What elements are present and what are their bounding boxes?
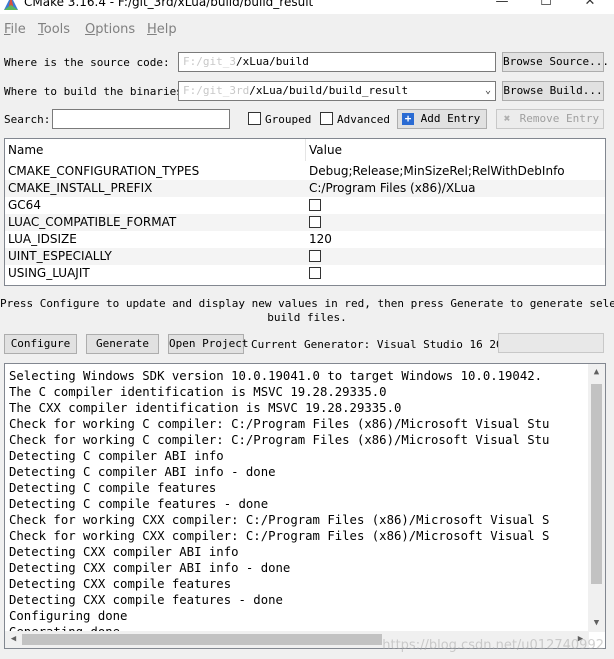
cell-name: UINT_ESPECIALLY	[8, 249, 112, 263]
table-row[interactable]: USING_LUAJIT	[5, 265, 605, 282]
column-header-name[interactable]: Name	[8, 139, 43, 161]
cell-value[interactable]: Debug;Release;MinSizeRel;RelWithDebInfo	[309, 163, 565, 180]
cell-name: GC64	[8, 198, 41, 212]
scroll-left-icon[interactable]: ◀	[5, 631, 22, 648]
source-value-blurred: F:/git_3	[183, 55, 236, 68]
hint-line-1: Press Configure to update and display ne…	[0, 297, 614, 310]
output-line: Check for working C compiler: C:/Program…	[9, 433, 550, 447]
remove-entry-button[interactable]: ✖ Remove Entry	[496, 109, 604, 129]
menu-bar: File Tools Options Help	[0, 20, 614, 40]
table-row[interactable]: UINT_ESPECIALLY	[5, 248, 605, 265]
search-label: Search:	[4, 113, 51, 126]
close-button[interactable]: ✕	[568, 0, 612, 14]
current-generator: Current Generator: Visual Studio 16 2019	[251, 338, 516, 351]
configure-button[interactable]: Configure	[4, 334, 77, 354]
chevron-down-icon[interactable]: ⌄	[485, 82, 491, 100]
menu-help-accel: H	[147, 22, 157, 37]
binaries-label: Where to build the binaries:	[4, 85, 190, 98]
menu-file[interactable]: File	[4, 22, 26, 37]
cell-name: LUAC_COMPATIBLE_FORMAT	[8, 215, 177, 229]
remove-icon: ✖	[503, 112, 511, 125]
binaries-value: /xLua/build/build_result	[249, 84, 409, 97]
output-line: Detecting C compile features	[9, 481, 217, 495]
table-header: Name Value	[5, 139, 605, 161]
cell-value[interactable]: 120	[309, 231, 332, 248]
table-row[interactable]: LUAC_COMPATIBLE_FORMAT	[5, 214, 605, 231]
cell-name: CMAKE_INSTALL_PREFIX	[8, 181, 153, 195]
advanced-label: Advanced	[337, 113, 390, 126]
vertical-scroll-thumb[interactable]	[591, 384, 602, 584]
vertical-scrollbar[interactable]: ▲ ▼	[588, 364, 605, 632]
output-line: Selecting Windows SDK version 10.0.19041…	[9, 369, 543, 383]
cell-checkbox[interactable]	[309, 250, 321, 262]
output-line: Detecting C compiler ABI info	[9, 449, 224, 463]
search-input[interactable]	[52, 109, 230, 129]
table-row[interactable]: CMAKE_CONFIGURATION_TYPES Debug;Release;M…	[5, 163, 605, 180]
column-header-value[interactable]: Value	[309, 139, 342, 161]
output-log[interactable]: Selecting Windows SDK version 10.0.19041…	[4, 363, 606, 649]
output-line: Detecting CXX compiler ABI info	[9, 545, 239, 559]
output-line: Detecting CXX compile features	[9, 577, 232, 591]
menu-options-accel: O	[85, 22, 96, 37]
output-line: Check for working CXX compiler: C:/Progr…	[9, 529, 550, 543]
menu-help-label: elp	[156, 22, 177, 37]
add-entry-label: Add Entry	[420, 112, 481, 125]
cmake-logo-icon	[4, 0, 18, 10]
open-project-button[interactable]: Open Project	[168, 334, 248, 354]
cell-value[interactable]: C:/Program Files (x86)/XLua	[309, 180, 476, 197]
output-line: Detecting CXX compiler ABI info - done	[9, 561, 291, 575]
minimize-button[interactable]: —	[480, 0, 524, 14]
menu-options-label: ptions	[95, 22, 136, 37]
scroll-down-icon[interactable]: ▼	[588, 615, 605, 632]
header-divider[interactable]	[305, 139, 306, 161]
output-line: Detecting CXX compile features - done	[9, 593, 283, 607]
cell-name: USING_LUAJIT	[8, 266, 90, 280]
cell-checkbox[interactable]	[309, 216, 321, 228]
cell-name: LUA_IDSIZE	[8, 232, 77, 246]
progress-bar	[498, 333, 604, 353]
output-line: Check for working C compiler: C:/Program…	[9, 417, 550, 431]
watermark: https://blog.csdn.net/u012740992	[382, 638, 604, 653]
menu-options[interactable]: Options	[85, 22, 135, 37]
output-line: Check for working CXX compiler: C:/Progr…	[9, 513, 550, 527]
table-row[interactable]: GC64	[5, 197, 605, 214]
menu-tools-label: ools	[43, 22, 71, 37]
cell-checkbox[interactable]	[309, 267, 321, 279]
cell-checkbox[interactable]	[309, 199, 321, 211]
output-line: Detecting C compiler ABI info - done	[9, 465, 276, 479]
binaries-value-blurred: F:/git_3rd	[183, 84, 250, 97]
scroll-up-icon[interactable]: ▲	[588, 364, 605, 381]
remove-entry-label: Remove Entry	[519, 112, 600, 125]
generate-button[interactable]: Generate	[86, 334, 159, 354]
hint-line-2: build files.	[267, 311, 347, 324]
advanced-checkbox[interactable]	[320, 112, 333, 125]
output-line: Configuring done	[9, 609, 128, 623]
source-value: /xLua/build	[235, 55, 309, 68]
source-input[interactable]: F:/git_3/xLua/build	[178, 52, 496, 72]
cell-name: CMAKE_CONFIGURATION_TYPES	[8, 164, 200, 178]
grouped-label: Grouped	[265, 113, 312, 126]
browse-build-button[interactable]: Browse Build...	[502, 81, 604, 101]
title-bar: CMake 3.16.4 - F:/git_3rd/xLua/build/bui…	[0, 0, 614, 14]
menu-file-label: ile	[10, 22, 26, 37]
output-line: The C compiler identification is MSVC 19…	[9, 385, 387, 399]
horizontal-scroll-thumb[interactable]	[22, 634, 382, 645]
window-title: CMake 3.16.4 - F:/git_3rd/xLua/build/bui…	[24, 0, 314, 9]
plus-icon: +	[402, 113, 414, 125]
browse-source-button[interactable]: Browse Source...	[502, 52, 609, 72]
table-row[interactable]: LUA_IDSIZE 120	[5, 231, 605, 248]
menu-tools[interactable]: Tools	[38, 22, 70, 37]
add-entry-button[interactable]: + Add Entry	[397, 109, 487, 129]
output-line: The CXX compiler identification is MSVC …	[9, 401, 402, 415]
output-lines: Selecting Windows SDK version 10.0.19041…	[9, 368, 589, 640]
cache-table: Name Value CMAKE_CONFIGURATION_TYPES Debu…	[4, 138, 606, 286]
binaries-combobox[interactable]: F:/git_3rd/xLua/build/build_result ⌄	[178, 81, 496, 101]
table-row[interactable]: CMAKE_INSTALL_PREFIX C:/Program Files (x8…	[5, 180, 605, 197]
menu-help[interactable]: Help	[147, 22, 177, 37]
maximize-button[interactable]: ☐	[524, 0, 568, 14]
source-label: Where is the source code:	[4, 56, 170, 69]
output-line: Detecting C compile features - done	[9, 497, 269, 511]
grouped-checkbox[interactable]	[248, 112, 261, 125]
